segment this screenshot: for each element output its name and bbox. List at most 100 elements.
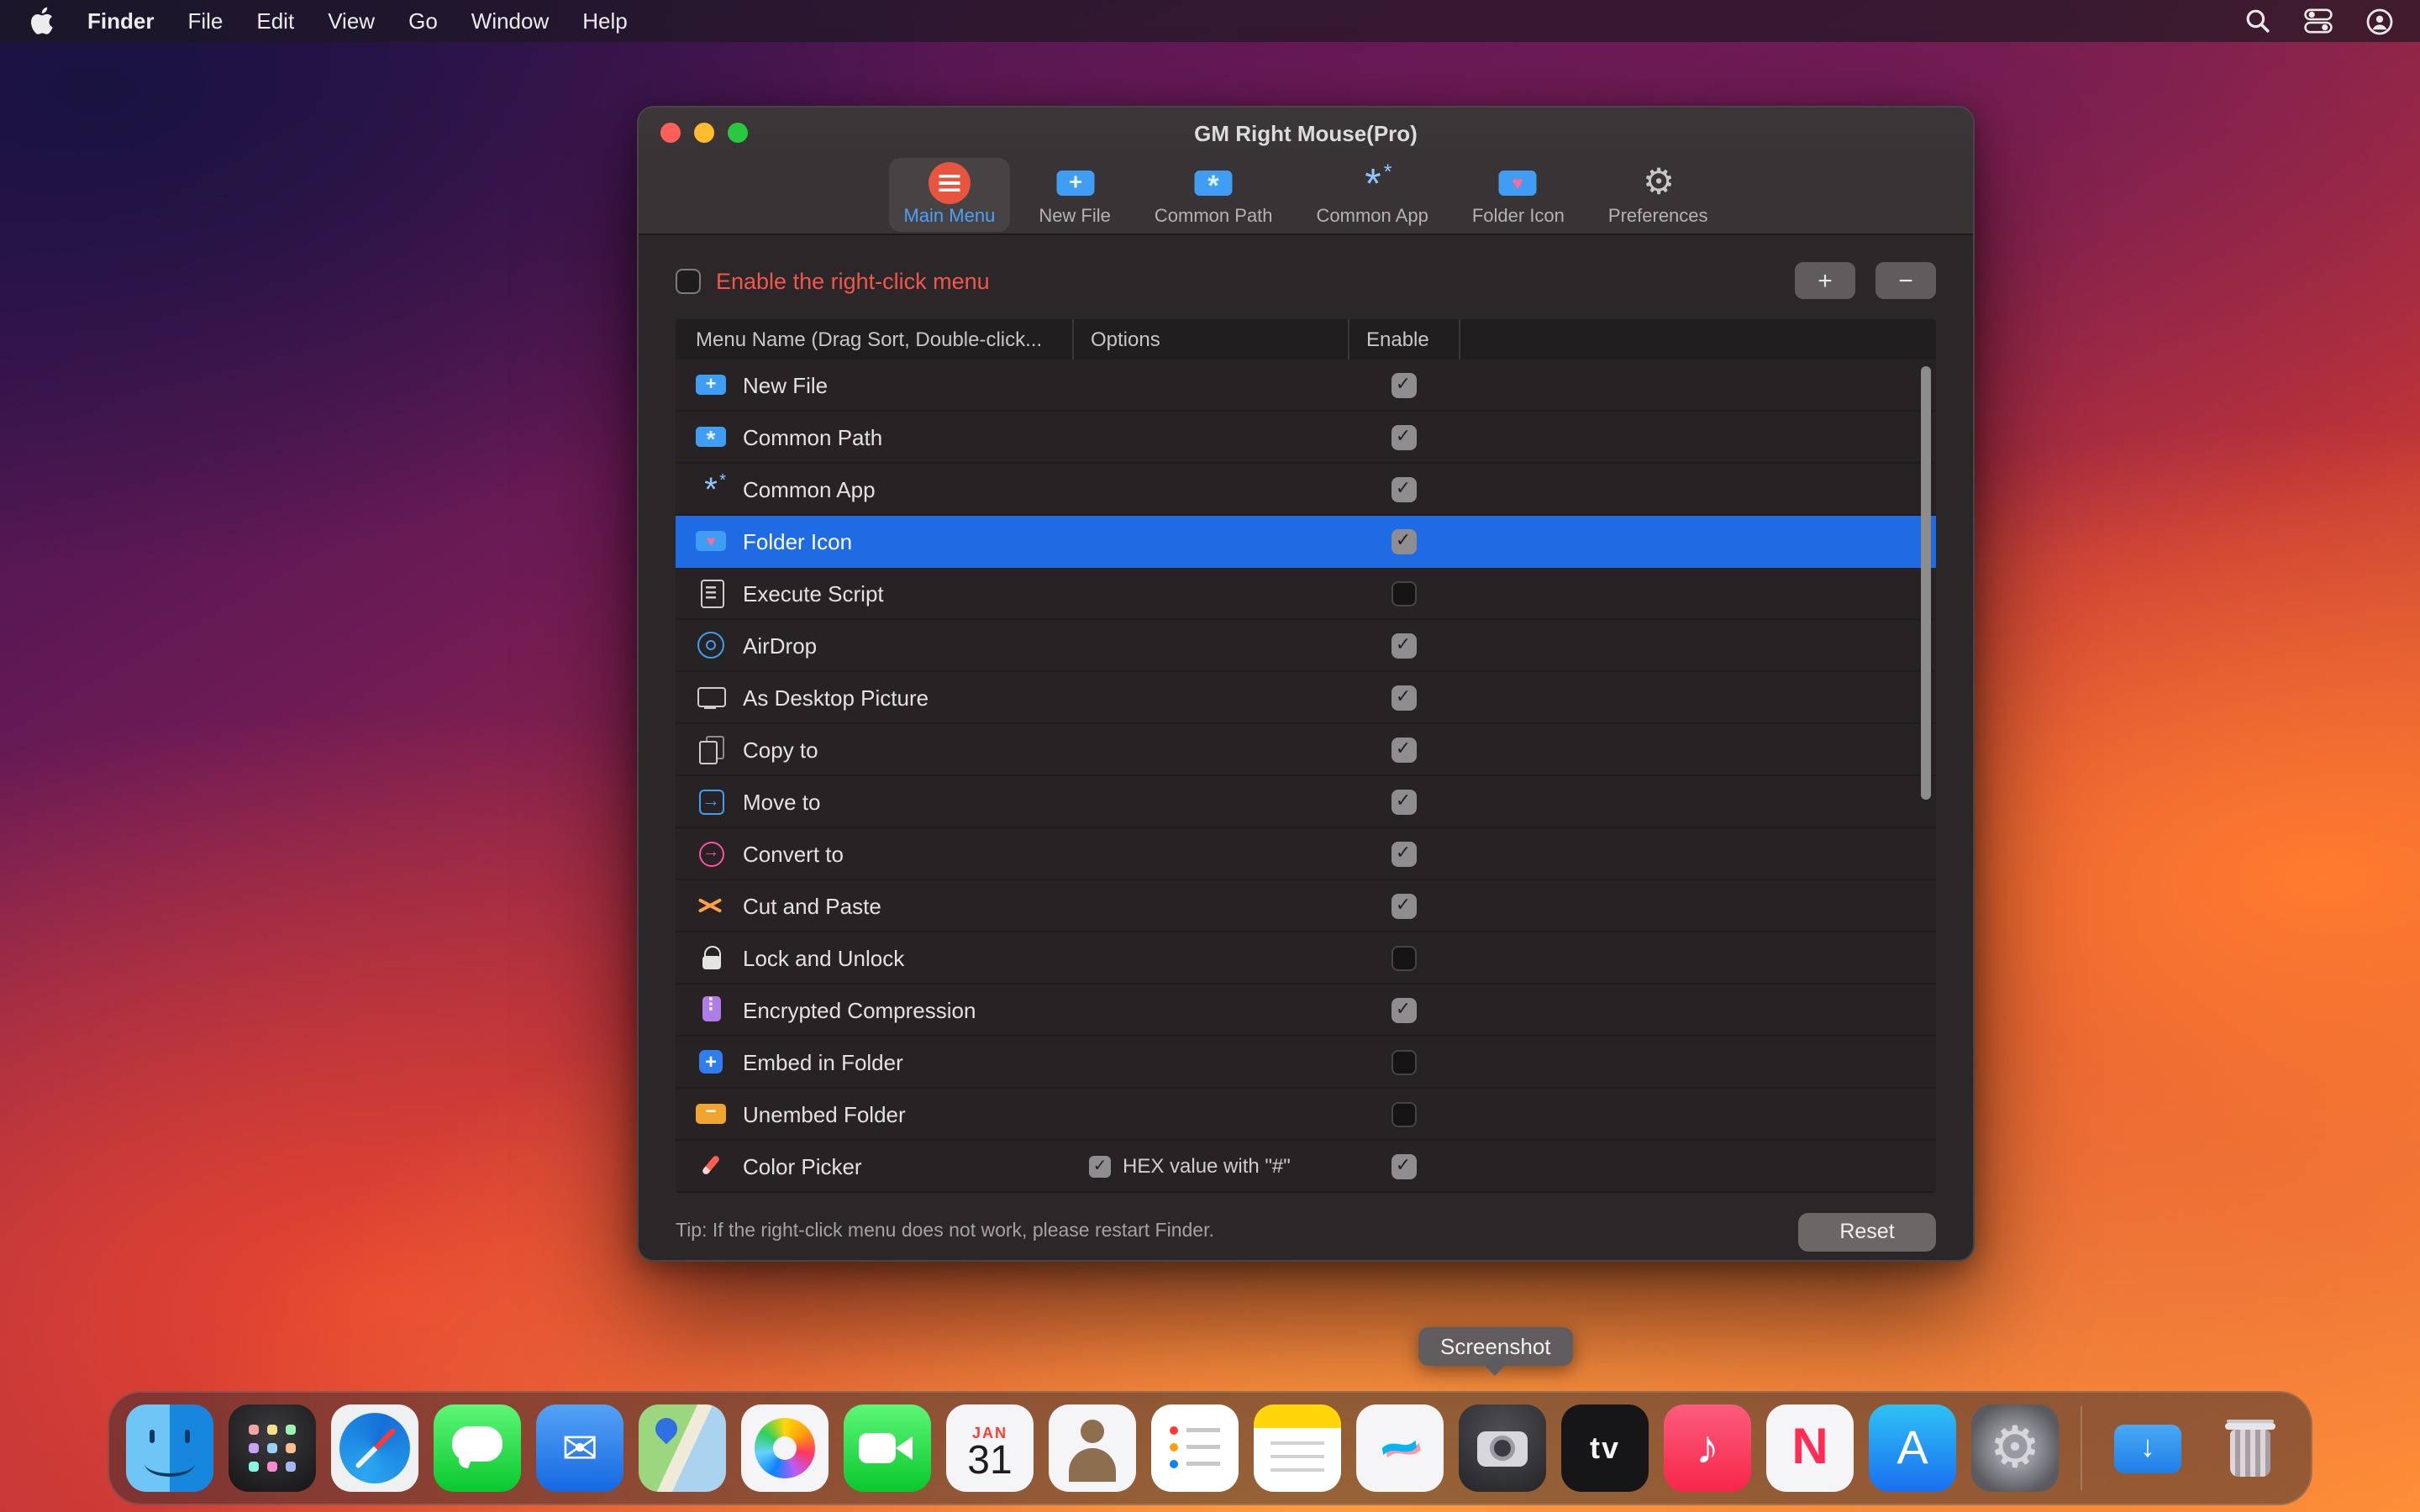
- toolbar-tab-new-file[interactable]: New File: [1023, 158, 1126, 232]
- dock-system-settings-icon[interactable]: [1971, 1404, 2059, 1492]
- dock-finder-icon[interactable]: [126, 1404, 213, 1492]
- remove-menu-button[interactable]: −: [1876, 262, 1936, 299]
- add-menu-button[interactable]: +: [1795, 262, 1855, 299]
- column-enable[interactable]: Enable: [1348, 319, 1459, 360]
- toolbar-tab-common-app[interactable]: Common App: [1302, 158, 1444, 232]
- table-row-cut-and-paste[interactable]: Cut and Paste: [676, 880, 1936, 932]
- table-row-convert-to[interactable]: Convert to: [676, 828, 1936, 880]
- window-title: GM Right Mouse(Pro): [1194, 120, 1418, 145]
- dock-messages-icon[interactable]: [434, 1404, 521, 1492]
- window-titlebar[interactable]: GM Right Mouse(Pro): [639, 108, 1973, 158]
- dock-apple-tv-icon[interactable]: [1561, 1404, 1649, 1492]
- table-row-encrypted-compression[interactable]: Encrypted Compression: [676, 984, 1936, 1037]
- dock-freeform-icon[interactable]: [1356, 1404, 1444, 1492]
- enable-checkbox[interactable]: [1391, 372, 1416, 397]
- row-name: Common App: [743, 476, 876, 501]
- apple-menu-icon[interactable]: [30, 7, 54, 35]
- menu-go[interactable]: Go: [408, 8, 438, 34]
- enable-checkbox[interactable]: [1391, 997, 1416, 1022]
- dock-downloads-icon[interactable]: [2104, 1404, 2191, 1492]
- menu-table: Menu Name (Drag Sort, Double-click... Op…: [676, 319, 1936, 1193]
- zoom-button[interactable]: [728, 123, 748, 143]
- enable-checkbox[interactable]: [1391, 945, 1416, 970]
- menu-file[interactable]: File: [187, 8, 223, 34]
- dock-launchpad-icon[interactable]: [229, 1404, 316, 1492]
- scrollbar[interactable]: [1921, 366, 1931, 800]
- close-button[interactable]: [660, 123, 681, 143]
- enable-checkbox[interactable]: [1391, 528, 1416, 554]
- table-row-color-picker[interactable]: Color Picker HEX value with "#": [676, 1141, 1936, 1193]
- preferences-gear-icon: [1639, 165, 1677, 202]
- dock-screenshot-icon[interactable]: [1459, 1404, 1546, 1492]
- enable-checkbox[interactable]: [1391, 633, 1416, 658]
- cut-paste-icon: [696, 890, 726, 921]
- dock-photos-icon[interactable]: [741, 1404, 829, 1492]
- account-icon[interactable]: [2366, 8, 2393, 34]
- menu-help[interactable]: Help: [582, 8, 628, 34]
- enable-checkbox[interactable]: [1391, 424, 1416, 449]
- menu-finder[interactable]: Finder: [87, 8, 154, 34]
- option-label: HEX value with "#": [1123, 1154, 1291, 1178]
- row-name: New File: [743, 372, 828, 397]
- main-menu-icon: [930, 165, 968, 202]
- enable-checkbox[interactable]: [1391, 789, 1416, 814]
- column-options[interactable]: Options: [1072, 319, 1348, 360]
- control-center-icon[interactable]: [2304, 8, 2333, 34]
- toolbar-tab-folder-icon[interactable]: Folder Icon: [1457, 158, 1580, 232]
- enable-menu-checkbox[interactable]: [676, 268, 701, 293]
- column-menu-name[interactable]: Menu Name (Drag Sort, Double-click...: [676, 319, 1072, 360]
- toolbar-tab-preferences[interactable]: Preferences: [1593, 158, 1723, 232]
- enable-checkbox[interactable]: [1391, 476, 1416, 501]
- enable-checkbox[interactable]: [1391, 1153, 1416, 1179]
- dock-news-icon[interactable]: [1766, 1404, 1854, 1492]
- menu-window[interactable]: Window: [471, 8, 550, 34]
- menu-edit[interactable]: Edit: [256, 8, 294, 34]
- dock-trash-icon[interactable]: [2207, 1404, 2294, 1492]
- enable-checkbox[interactable]: [1391, 580, 1416, 606]
- table-row-airdrop[interactable]: AirDrop: [676, 620, 1936, 672]
- dock-contacts-icon[interactable]: [1049, 1404, 1136, 1492]
- dock-calendar-icon[interactable]: JAN 31: [946, 1404, 1034, 1492]
- option-checkbox[interactable]: [1089, 1155, 1111, 1177]
- table-row-common-path[interactable]: Common Path: [676, 412, 1936, 464]
- table-body: New File Common Path Common App: [676, 360, 1936, 1193]
- window-content: Enable the right-click menu + − Menu Nam…: [639, 259, 1973, 1253]
- dock-maps-icon[interactable]: [639, 1404, 726, 1492]
- table-row-lock-and-unlock[interactable]: Lock and Unlock: [676, 932, 1936, 984]
- table-row-folder-icon[interactable]: Folder Icon: [676, 516, 1936, 568]
- enable-checkbox[interactable]: [1391, 1101, 1416, 1126]
- table-row-common-app[interactable]: Common App: [676, 464, 1936, 516]
- enable-checkbox[interactable]: [1391, 685, 1416, 710]
- spotlight-search-icon[interactable]: [2245, 8, 2270, 34]
- dock-mail-icon[interactable]: [536, 1404, 623, 1492]
- dock-notes-icon[interactable]: [1254, 1404, 1341, 1492]
- dock-safari-icon[interactable]: [331, 1404, 418, 1492]
- row-name: Encrypted Compression: [743, 997, 976, 1022]
- enable-checkbox[interactable]: [1391, 893, 1416, 918]
- enable-checkbox[interactable]: [1391, 737, 1416, 762]
- toolbar-tab-common-path[interactable]: Common Path: [1139, 158, 1288, 232]
- table-row-new-file[interactable]: New File: [676, 360, 1936, 412]
- table-row-copy-to[interactable]: Copy to: [676, 724, 1936, 776]
- table-row-as-desktop-picture[interactable]: As Desktop Picture: [676, 672, 1936, 724]
- minimize-button[interactable]: [694, 123, 714, 143]
- menu-view[interactable]: View: [328, 8, 375, 34]
- enable-checkbox[interactable]: [1391, 1049, 1416, 1074]
- row-name: Execute Script: [743, 580, 884, 606]
- row-name: Folder Icon: [743, 528, 852, 554]
- dock-facetime-icon[interactable]: [844, 1404, 931, 1492]
- unembed-folder-icon: [696, 1099, 726, 1129]
- dock-music-icon[interactable]: [1664, 1404, 1751, 1492]
- dock-app-store-icon[interactable]: [1869, 1404, 1956, 1492]
- dock-separator: [2081, 1406, 2082, 1490]
- dock-reminders-icon[interactable]: [1151, 1404, 1239, 1492]
- reset-button[interactable]: Reset: [1798, 1212, 1936, 1251]
- enable-checkbox[interactable]: [1391, 841, 1416, 866]
- table-row-unembed-folder[interactable]: Unembed Folder: [676, 1089, 1936, 1141]
- convert-icon: [696, 838, 726, 869]
- toolbar-tab-main-menu[interactable]: Main Menu: [888, 158, 1010, 232]
- embed-folder-icon: [696, 1047, 726, 1077]
- table-row-move-to[interactable]: Move to: [676, 776, 1936, 828]
- table-row-embed-in-folder[interactable]: Embed in Folder: [676, 1037, 1936, 1089]
- table-row-execute-script[interactable]: Execute Script: [676, 568, 1936, 620]
